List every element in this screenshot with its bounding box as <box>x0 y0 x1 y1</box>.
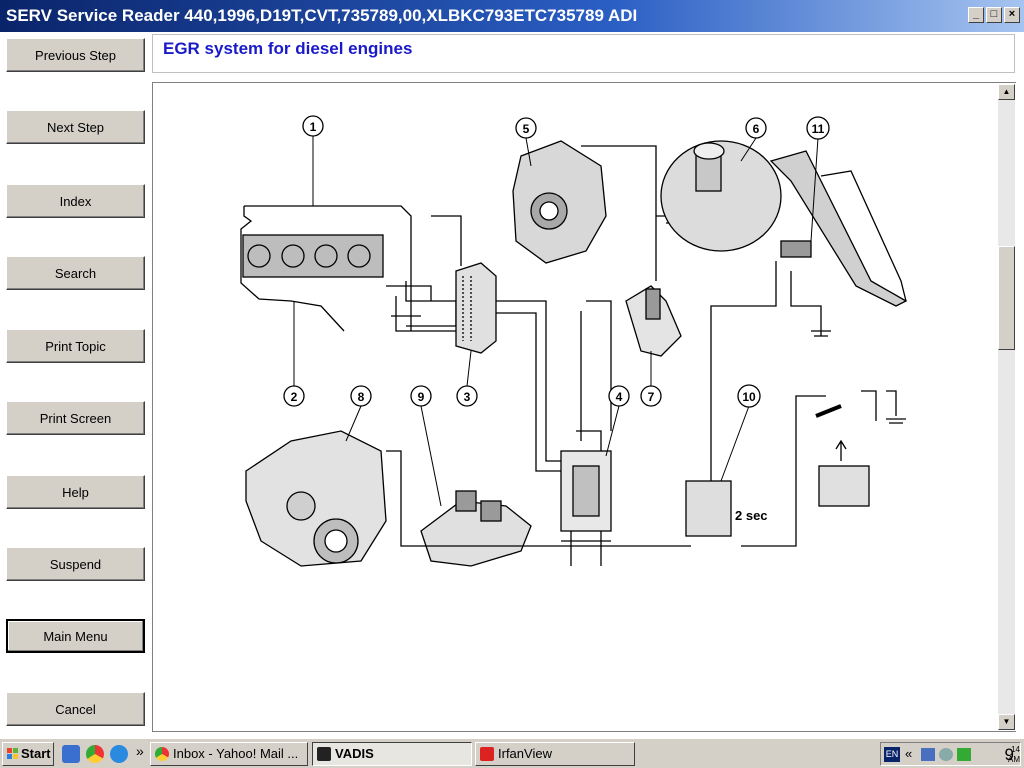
scroll-thumb[interactable] <box>998 246 1015 350</box>
main-menu-button[interactable]: Main Menu <box>6 619 145 653</box>
index-button[interactable]: Index <box>6 184 145 218</box>
clock[interactable]: 9 14 AM <box>1005 745 1020 765</box>
control-relay <box>685 480 732 537</box>
timer-label: 2 sec <box>735 508 768 523</box>
vadis-icon <box>317 747 331 761</box>
print-topic-button[interactable]: Print Topic <box>6 329 145 363</box>
chrome-quicklaunch-icon[interactable] <box>86 745 104 763</box>
taskbar-item-vadis[interactable]: VADIS <box>312 742 472 766</box>
minimize-button[interactable]: _ <box>968 7 984 23</box>
vertical-scrollbar[interactable]: ▲ ▼ <box>998 84 1015 730</box>
egr-valve <box>455 262 497 354</box>
window-title: SERV Service Reader 440,1996,D19T,CVT,73… <box>6 6 638 25</box>
callout-3-label: 3 <box>464 390 471 404</box>
callout-6-label: 6 <box>753 122 760 136</box>
internet-explorer-icon[interactable] <box>110 745 128 763</box>
callout-8-label: 8 <box>358 390 365 404</box>
topic-title: EGR system for diesel engines <box>163 39 413 58</box>
callout-9-label: 9 <box>418 390 425 404</box>
taskbar-item-irfanview[interactable]: IrfanView <box>475 742 635 766</box>
taskbar-item-inbox-label: Inbox - Yahoo! Mail ... <box>173 746 299 761</box>
security-icon[interactable] <box>957 748 971 761</box>
chrome-icon <box>155 747 169 761</box>
clock-ampm: AM <box>1008 755 1020 764</box>
taskbar: Start » Inbox - Yahoo! Mail ... VADIS Ir… <box>0 738 1024 768</box>
windows-logo-icon <box>7 748 18 759</box>
topic-header: EGR system for diesel engines <box>152 34 1015 73</box>
help-button[interactable]: Help <box>6 475 145 509</box>
callout-1-label: 1 <box>310 120 317 134</box>
egr-diagram: 1 2 3 4 5 6 7 8 9 10 11 2 sec <box>240 115 908 567</box>
window-controls: _ □ × <box>968 7 1020 23</box>
clock-minutes: 14 <box>1011 745 1020 754</box>
battery <box>818 465 870 507</box>
start-button[interactable]: Start <box>2 742 54 766</box>
suspend-button[interactable]: Suspend <box>6 547 145 581</box>
print-screen-button[interactable]: Print Screen <box>6 401 145 435</box>
network-icon[interactable] <box>921 748 935 761</box>
show-desktop-icon[interactable] <box>62 745 80 763</box>
quicklaunch-chevron-icon[interactable]: » <box>136 743 144 759</box>
callout-5-label: 5 <box>523 122 530 136</box>
cancel-button[interactable]: Cancel <box>6 692 145 726</box>
taskbar-item-irfanview-label: IrfanView <box>498 746 552 761</box>
previous-step-button[interactable]: Previous Step <box>6 38 145 72</box>
maximize-button[interactable]: □ <box>986 7 1002 23</box>
next-step-button[interactable]: Next Step <box>6 110 145 144</box>
callout-10-label: 10 <box>742 390 756 404</box>
diagram-viewer: 1 2 3 4 5 6 7 8 9 10 11 2 sec <box>152 82 1016 732</box>
close-button[interactable]: × <box>1004 7 1020 23</box>
callout-2-label: 2 <box>291 390 298 404</box>
title-bar: SERV Service Reader 440,1996,D19T,CVT,73… <box>0 0 1024 32</box>
scroll-up-icon[interactable]: ▲ <box>998 84 1015 100</box>
callout-4-label: 4 <box>616 390 623 404</box>
callout-11-label: 11 <box>812 122 825 136</box>
irfanview-icon <box>480 747 494 761</box>
callout-7-label: 7 <box>648 390 655 404</box>
scroll-down-icon[interactable]: ▼ <box>998 714 1015 730</box>
start-label: Start <box>21 746 51 761</box>
volume-icon[interactable] <box>939 748 953 761</box>
search-button[interactable]: Search <box>6 256 145 290</box>
system-tray: EN « 9 14 AM <box>880 742 1021 766</box>
taskbar-item-inbox[interactable]: Inbox - Yahoo! Mail ... <box>150 742 308 766</box>
sidebar: Previous Step Next Step Index Search Pri… <box>0 32 152 738</box>
language-indicator[interactable]: EN <box>884 747 900 762</box>
taskbar-item-vadis-label: VADIS <box>335 746 374 761</box>
tray-chevron-icon[interactable]: « <box>905 746 912 761</box>
